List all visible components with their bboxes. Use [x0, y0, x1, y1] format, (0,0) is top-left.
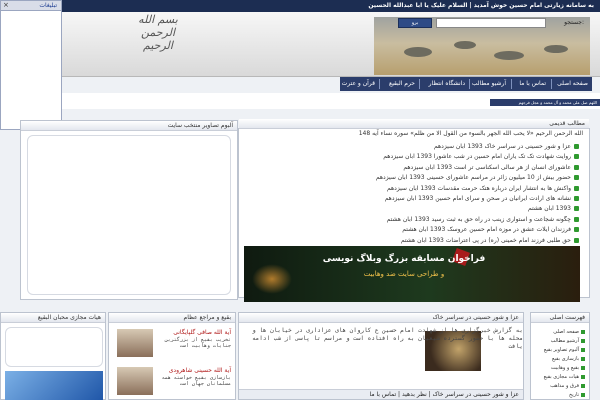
nav-item-archive[interactable]: آرشیو مطالب [472, 80, 506, 87]
scholar-photo [117, 329, 153, 357]
main-menu-list: صفحه اصلی آرشیو مطالب آلبوم تصاویر بقیع … [531, 329, 585, 400]
banner-line1: فراخوان مسابقه بزرگ وبلاگ نویسی [322, 254, 486, 264]
scholar-name[interactable]: آیة الله حسینی شاهرودی [169, 367, 231, 374]
menu-item[interactable]: بازسازی بقیع [531, 356, 585, 365]
main-menu-panel: فهرست اصلی صفحه اصلی آرشیو مطالب آلبوم ت… [530, 312, 590, 400]
list-item[interactable]: روایت شهادت تک تک یاران امام حسین در شب … [239, 153, 579, 163]
gallery-panel: آلبوم تصاویر منتخب سایت [20, 120, 238, 300]
bullet-icon [574, 144, 579, 149]
menu-item[interactable]: تاریخ [531, 392, 585, 400]
list-item[interactable]: حضور بیش از 10 میلیون زائر در مراسم عاشو… [239, 174, 579, 184]
main-menu-header: فهرست اصلی [531, 313, 589, 323]
close-icon[interactable]: × [3, 1, 9, 9]
list-item[interactable]: نشانه های ارادت ایرانیان در صحن و سرای ا… [239, 195, 579, 205]
news-footer[interactable]: عزا و شور حسینی در سراسر خاک | نظر بدهید… [239, 389, 523, 399]
quran-verse: الله الرحمن الرحیم «لا یحب الله الجهر با… [358, 130, 583, 137]
gallery-frame[interactable] [27, 135, 231, 295]
scholar-item[interactable]: آیة الله حسینی شاهرودی بازسازی بقیع خواس… [113, 367, 233, 397]
bullet-icon [581, 330, 585, 334]
list-item[interactable]: عاشورای انسان از هر سالی اسکناسی تر است … [239, 164, 579, 174]
notification-title: تبلیغات [39, 2, 57, 9]
list-item[interactable]: 1393 آبان هشتم [239, 205, 579, 215]
bullet-icon [574, 216, 579, 222]
welcome-ticker: به سامانه زیارتی امام حسین خوش آمدید | ا… [368, 2, 594, 9]
bullet-icon [581, 375, 585, 379]
bullet-icon [581, 366, 585, 370]
menu-item[interactable]: هیات مجازی بقیع [531, 374, 585, 383]
contest-banner[interactable]: فراخوان مسابقه بزرگ وبلاگ نویسی و طراحی … [244, 246, 580, 302]
scholars-header: بقیع و مراجع عظام [109, 313, 235, 323]
menu-item[interactable]: فرق و مذاهب [531, 383, 585, 392]
gallery-header: آلبوم تصاویر منتخب سایت [21, 121, 237, 131]
salawat-text: اللهم صل علی محمد و آل محمد و عجل فرجهم [490, 99, 600, 106]
nav-item-contact[interactable]: تماس با ما [519, 80, 546, 87]
menu-item[interactable]: آرشیو مطالب [531, 338, 585, 347]
map-image[interactable] [5, 371, 103, 400]
notification-popup: × تبلیغات [0, 0, 62, 130]
menu-item[interactable]: بقیع و وهابیت [531, 365, 585, 374]
nav-item-baqi[interactable]: حرم البقیع [389, 80, 415, 87]
site-logo[interactable]: بسم الله الرحمن الرحیم [125, 13, 191, 52]
bullet-icon [574, 185, 579, 191]
scholar-photo [117, 367, 153, 395]
scholar-desc: بازسازی بقیع خواسته همه مسلمانان جهان اس… [161, 375, 231, 387]
main-nav: صفحه اصلی تماس با ما آرشیو مطالب دانشگاه… [340, 77, 592, 91]
menu-item[interactable]: صفحه اصلی [531, 329, 585, 338]
search-label: جستجو: [564, 19, 584, 26]
scholar-desc: تخریب بقیع از بزرگترین جنایات وهابیت است [164, 337, 231, 349]
notification-tab[interactable]: × تبلیغات [1, 1, 61, 11]
search-form: جستجو: برو [376, 17, 586, 30]
scholar-item[interactable]: آیة الله صافی گلپایگانی تخریب بقیع از بز… [113, 329, 233, 359]
list-item[interactable]: فرزندان ایلات عشق در موزه امام حسین عروس… [239, 226, 579, 236]
menu-item[interactable]: آلبوم تصاویر بقیع [531, 347, 585, 356]
list-item[interactable]: عزا و شور حسینی در سراسر خاک 1393 آبان س… [239, 143, 579, 153]
bullet-icon [574, 227, 579, 233]
nav-item-quran[interactable]: قرآن و عترت [342, 80, 375, 87]
old-posts-header: مطالب قدیمی [239, 119, 589, 129]
list-item[interactable]: چگونه شجاعت و استواری زینب در راه حق به … [239, 216, 579, 226]
bullet-icon [574, 206, 579, 212]
bullet-icon [574, 164, 579, 170]
featured-news-header[interactable]: عزا و شور حسینی در سراسر خاک [239, 313, 523, 323]
scholar-name[interactable]: آیة الله صافی گلپایگانی [173, 329, 231, 336]
banner-line2: و طراحی سایت ضد وهابیت [363, 270, 445, 278]
bullet-icon [574, 154, 579, 160]
virtual-heyat-header: هیات مجازی محبان البقیع [1, 313, 105, 323]
bullet-icon [574, 195, 579, 201]
bullet-icon [581, 384, 585, 388]
search-input[interactable] [436, 18, 546, 28]
featured-news-panel: عزا و شور حسینی در سراسر خاک به گزارش خب… [238, 312, 524, 400]
news-list: عزا و شور حسینی در سراسر خاک 1393 آبان س… [239, 143, 579, 247]
salawat-strip: اللهم صل علی محمد و آل محمد و عجل فرجهم [62, 93, 600, 109]
search-button[interactable]: برو [398, 18, 432, 28]
bullet-icon [581, 393, 585, 397]
nav-item-home[interactable]: صفحه اصلی [557, 80, 588, 87]
virtual-heyat-panel: هیات مجازی محبان البقیع [0, 312, 106, 400]
top-bar: به سامانه زیارتی امام حسین خوش آمدید | ا… [0, 0, 600, 12]
nav-item-university[interactable]: دانشگاه انتظار [429, 80, 465, 87]
bullet-icon [581, 348, 585, 352]
list-item[interactable]: واکنش ها به انتشار ایران درباره هتک حرمت… [239, 185, 579, 195]
bullet-icon [581, 339, 585, 343]
bullet-icon [574, 175, 579, 181]
bullet-icon [581, 357, 585, 361]
bullet-icon [574, 237, 579, 243]
scholars-panel: بقیع و مراجع عظام آیة الله صافی گلپایگان… [108, 312, 236, 400]
heyat-frame[interactable] [5, 327, 103, 367]
news-body: به گزارش خبرگزاری ها از شهادت امام حسین … [252, 327, 523, 350]
